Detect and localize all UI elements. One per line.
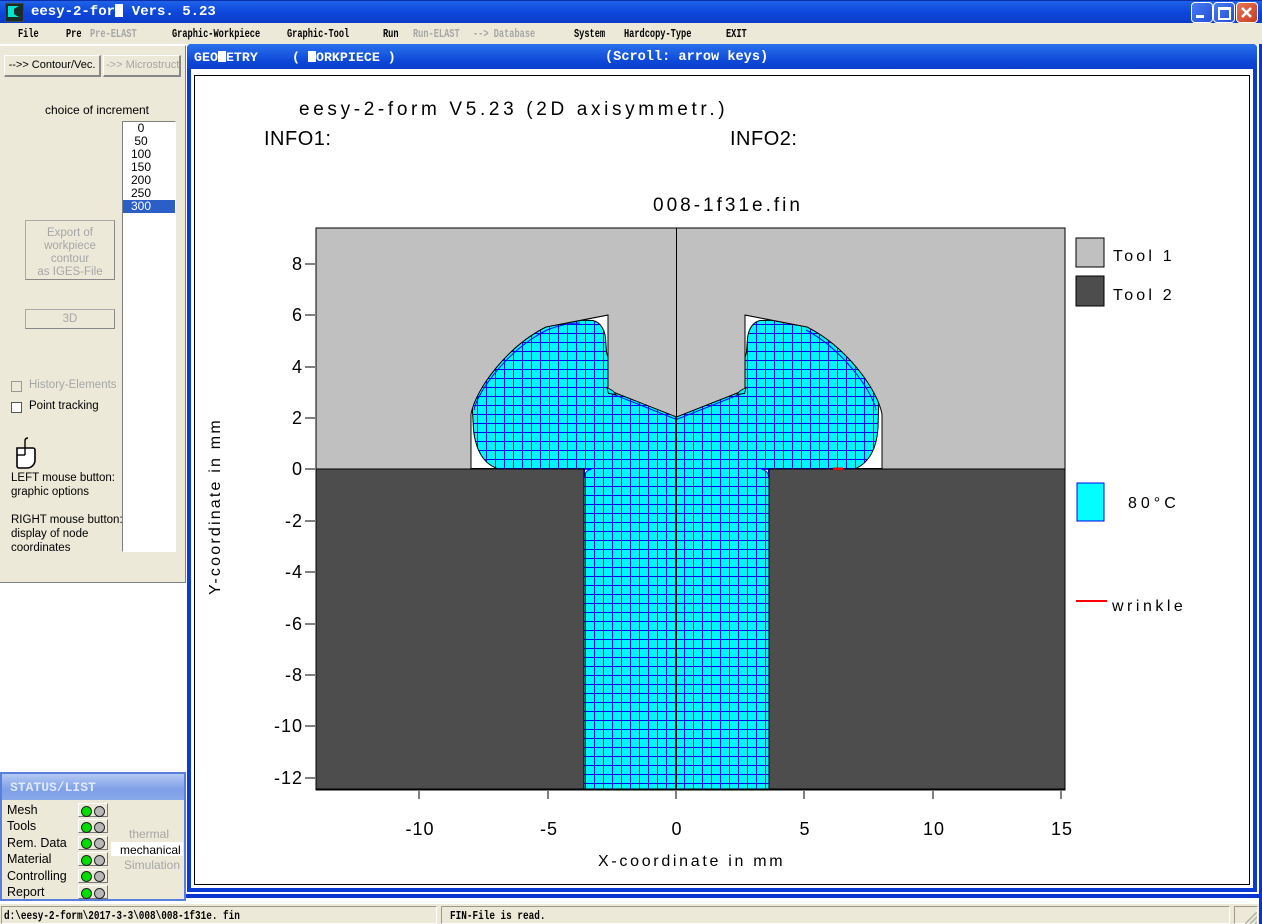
svg-text:-5: -5 [540,819,558,839]
svg-text:eesy-2-form V5.23 (2D axisy: eesy-2-form V5.23 (2D axisymmetr.) [299,99,728,120]
svg-text:Tool 1: Tool 1 [1113,248,1175,265]
svg-text:INFO1:: INFO1: [264,128,331,150]
svg-text:-2: -2 [285,511,303,531]
svg-text:5: 5 [799,819,810,839]
svg-text:8: 8 [292,254,303,274]
svg-text:2: 2 [292,408,303,428]
svg-text:-4: -4 [285,562,303,582]
svg-text:0: 0 [671,819,682,839]
svg-text:-8: -8 [285,665,303,685]
svg-text:-10: -10 [405,819,434,839]
svg-text:4: 4 [292,357,303,377]
svg-text:10: 10 [923,819,945,839]
svg-text:008-1f31e.fin: 008-1f31e.fin [653,195,803,216]
svg-text:0: 0 [292,459,303,479]
svg-text:-6: -6 [285,614,303,634]
svg-text:Y-coordinate in mm: Y-coordinate in mm [207,418,224,595]
svg-text:6: 6 [292,305,303,325]
svg-text:-12: -12 [274,768,303,788]
svg-text:80°C: 80°C [1128,495,1180,512]
svg-text:INFO2:: INFO2: [730,128,797,150]
svg-text:15: 15 [1051,819,1073,839]
svg-text:wrinkle: wrinkle [1111,598,1186,615]
svg-text:Tool 2: Tool 2 [1113,287,1175,304]
svg-text:-10: -10 [274,716,303,736]
svg-text:X-coordinate in mm: X-coordinate in mm [598,853,785,870]
